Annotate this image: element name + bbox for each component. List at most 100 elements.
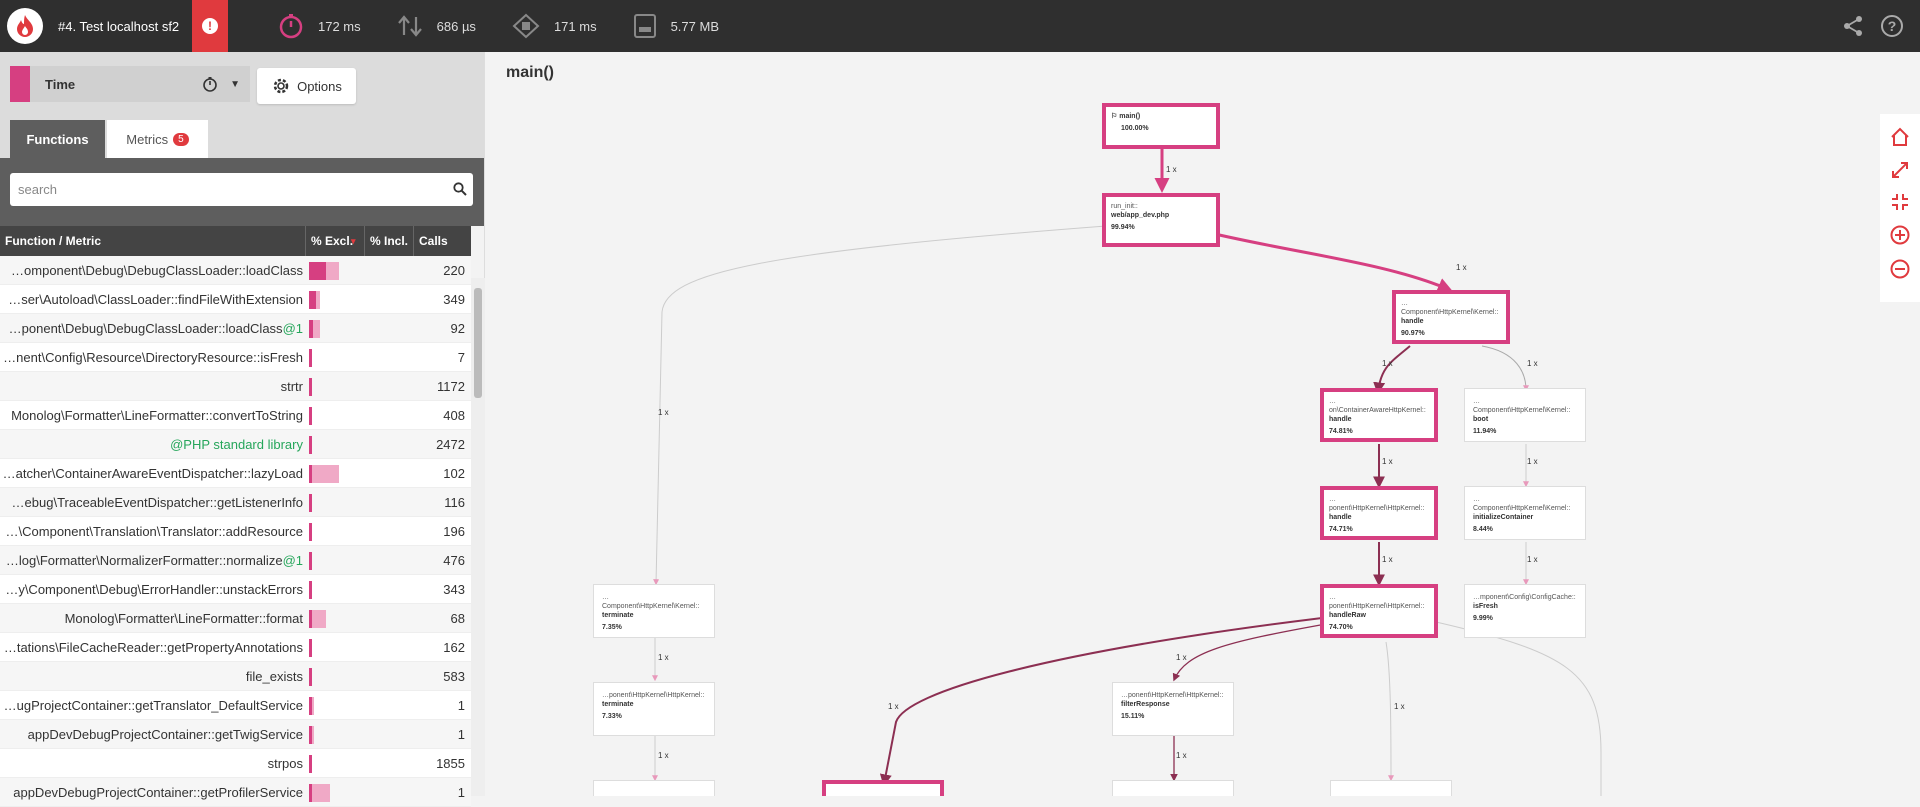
graph-node-filterresponse[interactable]: …ponent\HttpKernel\HttpKernel:: filterRe… <box>1112 682 1234 736</box>
percent-bars <box>306 430 414 459</box>
node-namespace: …Component\HttpKernel\Kernel:: <box>1401 300 1499 317</box>
graph-node-partial[interactable] <box>822 780 944 796</box>
table-row[interactable]: …omponent\Debug\DebugClassLoader::loadCl… <box>0 256 471 285</box>
tab-metrics[interactable]: Metrics 5 <box>107 120 208 158</box>
search-input[interactable] <box>10 173 473 206</box>
column-header-calls[interactable]: Calls <box>414 226 471 256</box>
call-graph[interactable]: main() 1 x 1 x 1 x 1 x 1 x 1 x 1 x 1 x 1… <box>486 52 1920 796</box>
exclusive-bar <box>309 493 312 512</box>
percent-bars <box>306 604 414 633</box>
table-row[interactable]: …ebug\TraceableEventDispatcher::getListe… <box>0 488 471 517</box>
calls-count: 476 <box>443 552 465 568</box>
table-scrollbar[interactable] <box>471 278 485 796</box>
zoom-out-icon[interactable] <box>1889 258 1911 280</box>
function-name: …ser\Autoload\ClassLoader::findFileWithE… <box>0 292 306 307</box>
calls-count: 408 <box>443 407 465 423</box>
tab-functions[interactable]: Functions <box>10 120 105 158</box>
table-row[interactable]: …ser\Autoload\ClassLoader::findFileWithE… <box>0 285 471 314</box>
table-row[interactable]: …y\Component\Debug\ErrorHandler::unstack… <box>0 575 471 604</box>
node-namespace: …on\ContainerAwareHttpKernel:: <box>1329 398 1426 415</box>
table-row[interactable]: …\Component\Translation\Translator::addR… <box>0 517 471 546</box>
node-namespace: …Component\HttpKernel\Kernel:: <box>602 594 700 611</box>
graph-node-partial[interactable] <box>1112 780 1234 796</box>
table-row[interactable]: …nent\Config\Resource\DirectoryResource:… <box>0 343 471 372</box>
zoom-in-icon[interactable] <box>1889 224 1911 246</box>
graph-node-httpkernel-terminate[interactable]: …ponent\HttpKernel\HttpKernel:: terminat… <box>593 682 715 736</box>
table-row[interactable]: …tations\FileCacheReader::getPropertyAnn… <box>0 633 471 662</box>
graph-node-kernel-handle[interactable]: …Component\HttpKernel\Kernel:: handle 90… <box>1392 290 1510 344</box>
column-header-excl-label: % Excl. <box>311 234 354 248</box>
table-row[interactable]: @PHP standard library 2472 <box>0 430 471 459</box>
table-row[interactable]: strtr 1172 <box>0 372 471 401</box>
function-name-text: strpos <box>267 755 303 771</box>
blackfire-logo[interactable] <box>0 0 50 52</box>
home-icon[interactable] <box>1889 126 1911 148</box>
calls-count: 68 <box>450 610 465 626</box>
exclusive-bar <box>309 319 313 338</box>
expand-icon[interactable] <box>1890 160 1910 180</box>
table-row[interactable]: …ugProjectContainer::getTranslator_Defau… <box>0 691 471 720</box>
node-percent: 7.33% <box>602 713 622 721</box>
edge-label: 1 x <box>1527 555 1538 564</box>
percent-bars <box>306 488 414 517</box>
function-name-text: …atcher\ContainerAwareEventDispatcher::l… <box>2 465 303 481</box>
options-button[interactable]: Options <box>257 68 356 104</box>
search-icon[interactable] <box>453 182 467 196</box>
edge-label: 1 x <box>1382 359 1393 368</box>
graph-node-httpkernel-handle[interactable]: …ponent\HttpKernel\HttpKernel:: handle 7… <box>1320 486 1438 540</box>
edge-runinit-terminate <box>653 225 1107 586</box>
scrollbar-thumb[interactable] <box>474 288 482 398</box>
graph-node-boot[interactable]: …Component\HttpKernel\Kernel:: boot 11.9… <box>1464 388 1586 442</box>
column-header-name[interactable]: Function / Metric <box>0 226 306 256</box>
node-function: boot <box>1473 416 1489 424</box>
function-list-panel: Time ▼ Options Functions Metrics 5 searc… <box>0 52 485 807</box>
graph-node-initialize-container[interactable]: …Component\HttpKernel\Kernel:: initializ… <box>1464 486 1586 540</box>
table-row[interactable]: appDevDebugProjectContainer::getProfiler… <box>0 778 471 807</box>
table-row[interactable]: Monolog\Formatter\LineFormatter::format 6… <box>0 604 471 633</box>
graph-node-container-handle[interactable]: …on\ContainerAwareHttpKernel:: handle 74… <box>1320 388 1438 442</box>
function-name-text: Monolog\Formatter\LineFormatter::format <box>64 610 303 626</box>
node-percent: 90.97% <box>1401 330 1425 338</box>
graph-node-main[interactable]: ⚐ main() 100.00% <box>1102 103 1220 149</box>
table-row[interactable]: file_exists 583 <box>0 662 471 691</box>
graph-node-partial[interactable] <box>593 780 715 796</box>
table-row[interactable]: …ponent\Debug\DebugClassLoader::loadClas… <box>0 314 471 343</box>
table-row[interactable]: Monolog\Formatter\LineFormatter::convert… <box>0 401 471 430</box>
node-namespace: run_init:: <box>1111 203 1138 210</box>
table-row[interactable]: strpos 1855 <box>0 749 471 778</box>
exclusive-bar <box>309 348 312 367</box>
dimension-select[interactable]: Time ▼ <box>10 66 250 102</box>
up-down-arrows-icon <box>397 15 422 37</box>
graph-node-partial[interactable] <box>1330 780 1452 796</box>
function-name: …tations\FileCacheReader::getPropertyAnn… <box>0 640 306 655</box>
percent-bars <box>306 343 414 372</box>
fit-to-screen-icon[interactable] <box>1890 192 1910 212</box>
wall-time-metric: 172 ms <box>278 13 361 39</box>
options-label: Options <box>297 78 342 94</box>
graph-node-isfresh[interactable]: …mponent\Config\ConfigCache:: isFresh 9.… <box>1464 584 1586 638</box>
alert-button[interactable]: ! <box>192 0 228 52</box>
function-name: …y\Component\Debug\ErrorHandler::unstack… <box>0 582 306 597</box>
cpu-time-metric: 171 ms <box>512 13 597 39</box>
dimension-label: Time <box>45 76 76 92</box>
share-icon[interactable] <box>1842 15 1864 37</box>
calls-count: 7 <box>457 349 465 365</box>
graph-node-kernel-terminate[interactable]: …Component\HttpKernel\Kernel:: terminate… <box>593 584 715 638</box>
help-icon[interactable]: ? <box>1880 14 1904 38</box>
column-header-incl[interactable]: % Incl. <box>365 226 414 256</box>
graph-node-run-init[interactable]: run_init:: web/app_dev.php 99.94% <box>1102 193 1220 247</box>
column-header-excl[interactable]: % Excl. ▾ <box>306 226 365 256</box>
calls-count: 220 <box>443 262 465 278</box>
profile-title: #4. Test localhost sf2 <box>58 18 180 34</box>
node-function: handle <box>1401 318 1424 326</box>
table-row[interactable]: …atcher\ContainerAwareEventDispatcher::l… <box>0 459 471 488</box>
graph-node-handleraw[interactable]: …ponent\HttpKernel\HttpKernel:: handleRa… <box>1320 584 1438 638</box>
exclusive-bar <box>309 406 312 425</box>
table-row[interactable]: …log\Formatter\NormalizerFormatter::norm… <box>0 546 471 575</box>
table-row[interactable]: appDevDebugProjectContainer::getTwigServ… <box>0 720 471 749</box>
function-name: Monolog\Formatter\LineFormatter::format <box>0 611 306 626</box>
percent-bars <box>306 517 414 546</box>
function-name: …ponent\Debug\DebugClassLoader::loadClas… <box>0 321 306 336</box>
percent-bars <box>306 401 414 430</box>
function-name: appDevDebugProjectContainer::getProfiler… <box>0 785 306 800</box>
